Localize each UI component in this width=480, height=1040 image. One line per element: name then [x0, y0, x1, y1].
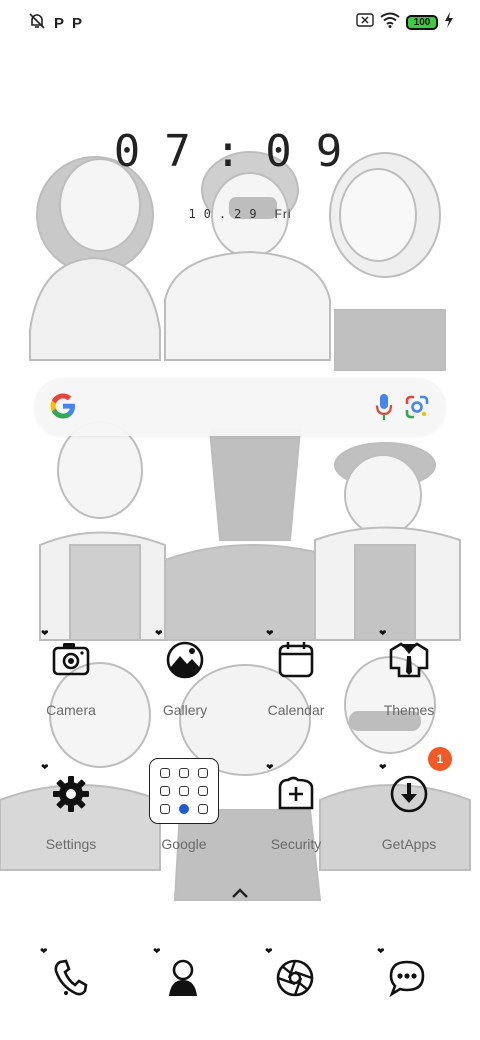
dock-contacts[interactable]: ❤	[153, 946, 205, 1000]
dock-browser[interactable]: ❤	[265, 946, 317, 1000]
download-icon: ❤	[379, 762, 431, 816]
app-camera[interactable]: ❤ Camera	[21, 628, 121, 718]
app-label: Security	[270, 836, 322, 852]
app-security[interactable]: ❤ Security	[246, 762, 346, 852]
calendar-icon: ❤	[266, 628, 318, 682]
app-label: Settings	[45, 836, 97, 852]
heart-icon: ❤	[155, 628, 163, 638]
google-g-icon	[48, 391, 78, 426]
gear-icon: ❤	[41, 762, 93, 816]
p-icon: P	[54, 14, 65, 32]
app-settings[interactable]: ❤ Settings	[21, 762, 121, 852]
folder-app-icon	[198, 804, 209, 815]
folder-app-icon	[159, 785, 170, 796]
camera-icon: ❤	[41, 628, 93, 682]
clock-time[interactable]: 07:09	[0, 126, 480, 177]
folder-app-icon	[159, 767, 170, 778]
heart-icon: ❤	[40, 946, 48, 956]
themes-icon: ❤	[379, 628, 431, 682]
security-icon: ❤	[266, 762, 318, 816]
app-themes[interactable]: ❤ Themes	[359, 628, 459, 718]
folder-app-icon	[198, 767, 209, 778]
google-folder-icon[interactable]	[149, 758, 219, 824]
app-label: GetApps	[381, 836, 437, 852]
folder-app-icon	[198, 785, 209, 796]
heart-icon: ❤	[377, 946, 385, 956]
folder-app-icon	[178, 767, 189, 778]
app-label: Calendar	[267, 702, 325, 718]
browser-icon	[273, 959, 317, 1004]
charging-bolt-icon	[444, 12, 454, 33]
heart-icon: ❤	[266, 762, 274, 772]
phone-icon	[48, 959, 92, 1004]
status-bar: P P 100	[0, 0, 480, 44]
microphone-icon[interactable]	[375, 393, 393, 426]
bell-off-icon	[28, 12, 46, 35]
messages-icon	[385, 960, 429, 1004]
gallery-icon: ❤	[155, 628, 207, 682]
heart-icon: ❤	[379, 762, 387, 772]
chevron-up-icon[interactable]	[230, 886, 250, 905]
dock-phone[interactable]: ❤	[40, 946, 92, 1000]
app-label: Themes	[383, 702, 435, 718]
app-gallery[interactable]: ❤ Gallery	[135, 628, 235, 718]
google-search-bar[interactable]	[34, 378, 446, 436]
folder-app-icon	[178, 785, 189, 796]
app-label: Gallery	[162, 702, 208, 718]
battery-icon: 100	[406, 15, 438, 30]
p-icon: P	[72, 14, 83, 32]
app-getapps[interactable]: ❤ GetApps	[359, 762, 459, 852]
day-text: Fri	[274, 207, 292, 221]
date-text: 10.29	[188, 207, 265, 221]
wifi-icon	[380, 12, 400, 33]
folder-app-icon	[159, 804, 170, 815]
app-label: Camera	[46, 702, 96, 718]
sim-off-icon	[356, 13, 374, 32]
clock-date: 10.29 Fri	[0, 207, 480, 221]
heart-icon: ❤	[379, 628, 387, 638]
app-label: Google	[161, 836, 207, 852]
contacts-icon	[161, 959, 205, 1004]
heart-icon: ❤	[265, 946, 273, 956]
folder-app-icon	[178, 804, 189, 815]
heart-icon: ❤	[41, 628, 49, 638]
heart-icon: ❤	[153, 946, 161, 956]
dock-messages[interactable]: ❤	[377, 946, 429, 1000]
google-lens-icon[interactable]	[404, 394, 430, 425]
heart-icon: ❤	[41, 762, 49, 772]
heart-icon: ❤	[266, 628, 274, 638]
app-calendar[interactable]: ❤ Calendar	[246, 628, 346, 718]
notification-badge: 1	[428, 747, 452, 771]
